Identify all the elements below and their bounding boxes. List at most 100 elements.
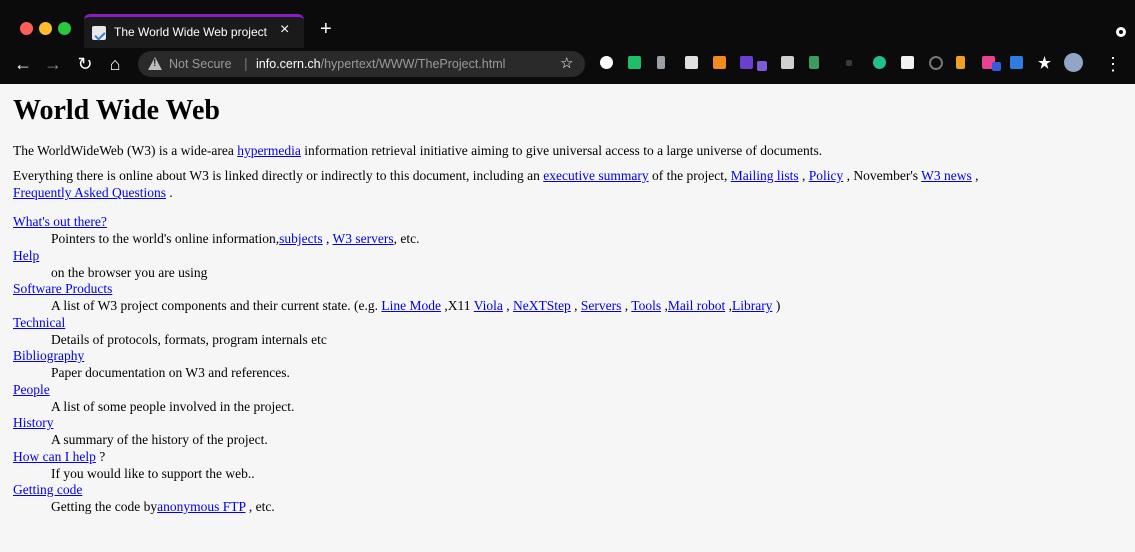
section-desc-history: A summary of the history of the project. — [51, 432, 268, 447]
anonymous-ftp-link[interactable]: anonymous FTP — [157, 499, 245, 514]
mail-robot-link[interactable]: Mail robot — [668, 298, 725, 313]
w3-servers-link[interactable]: W3 servers — [333, 231, 394, 246]
help-link[interactable]: Help — [13, 248, 39, 263]
extension-info-icon[interactable] — [929, 56, 943, 70]
software-text-7: , — [725, 298, 732, 313]
bibliography-link[interactable]: Bibliography — [13, 348, 84, 363]
line-mode-link[interactable]: Line Mode — [381, 298, 441, 313]
history-link[interactable]: History — [13, 415, 54, 430]
extensions-puzzle-icon[interactable] — [1038, 56, 1051, 69]
technical-link[interactable]: Technical — [13, 315, 65, 330]
window-minimize-button[interactable] — [39, 22, 52, 35]
overview-text-4: , November's — [843, 168, 922, 183]
mailing-lists-link[interactable]: Mailing lists — [731, 168, 799, 183]
overview-paragraph: Everything there is online about W3 is l… — [13, 167, 1123, 201]
whats-out-there-text-1: Pointers to the world's online informati… — [51, 231, 280, 246]
extension-green-icon[interactable] — [628, 56, 641, 69]
page-content: World Wide Web The WorldWideWeb (W3) is … — [13, 84, 1123, 516]
tools-link[interactable]: Tools — [631, 298, 661, 313]
policy-link[interactable]: Policy — [809, 168, 844, 183]
page-title: World Wide Web — [13, 95, 220, 126]
software-text-3: , — [502, 298, 513, 313]
software-text-1: A list of W3 project components and thei… — [51, 298, 382, 313]
hypermedia-link[interactable]: hypermedia — [237, 143, 301, 158]
software-text-5: , — [621, 298, 632, 313]
window-close-button[interactable] — [20, 22, 33, 35]
extension-bars-icon[interactable] — [657, 56, 665, 69]
forward-button[interactable]: → — [42, 52, 64, 76]
extension-note-icon[interactable] — [781, 56, 794, 69]
extension-flag-icon[interactable] — [956, 56, 965, 69]
how-can-i-help-link[interactable]: How can I help — [13, 449, 96, 464]
section-list: What's out there? Pointers to the world'… — [13, 214, 1123, 516]
browser-menu-icon[interactable]: ⋮ — [1104, 52, 1122, 76]
viola-link[interactable]: Viola — [474, 298, 503, 313]
software-text-8: ) — [772, 298, 781, 313]
home-button[interactable]: ⌂ — [104, 52, 126, 76]
extension-dot-icon[interactable] — [846, 60, 852, 66]
extension-teal-icon[interactable] — [873, 56, 886, 69]
browser-status-dot-icon[interactable] — [1116, 27, 1126, 37]
address-bar[interactable]: Not Secure | info.cern.ch/hypertext/WWW/… — [138, 51, 585, 77]
section-desc-getting-code: Getting the code byanonymous FTP , etc. — [13, 498, 1123, 516]
section-term-how-can-i-help: How can I help ? — [13, 449, 1123, 465]
servers-link[interactable]: Servers — [581, 298, 622, 313]
tab-close-icon[interactable]: × — [280, 22, 289, 38]
bookmark-star-icon[interactable]: ☆ — [560, 54, 573, 72]
extension-square-icon[interactable] — [901, 56, 914, 69]
extension-orange-icon[interactable] — [713, 56, 726, 69]
tab-title: The World Wide Web project — [114, 25, 267, 39]
extension-circle-icon[interactable] — [600, 56, 613, 69]
intro-text-1: The WorldWideWeb (W3) is a wide-area — [13, 143, 234, 158]
section-term-technical: Technical — [13, 315, 1123, 331]
overview-text-1: Everything there is online about W3 is l… — [13, 168, 544, 183]
section-desc-bibliography: Paper documentation on W3 and references… — [51, 365, 290, 380]
whats-out-there-text-3: , etc. — [393, 231, 420, 246]
url-host: info.cern.ch — [256, 57, 321, 71]
whats-out-there-link[interactable]: What's out there? — [13, 214, 107, 229]
whats-out-there-text-2: , — [322, 231, 333, 246]
page-favicon-icon — [92, 26, 106, 40]
extension-leaf-icon[interactable] — [809, 56, 819, 69]
section-term-getting-code: Getting code — [13, 482, 1123, 498]
library-link[interactable]: Library — [732, 298, 772, 313]
how-can-i-help-suffix: ? — [95, 448, 106, 464]
executive-summary-link[interactable]: executive summary — [543, 168, 648, 183]
section-term-whats-out-there: What's out there? — [13, 214, 1123, 230]
section-desc-how-can-i-help: If you would like to support the web.. — [51, 465, 255, 481]
intro-paragraph: The WorldWideWeb (W3) is a wide-area hyp… — [13, 142, 1123, 159]
section-desc-whats-out-there: Pointers to the world's online informati… — [13, 230, 1123, 248]
faq-link[interactable]: Frequently Asked Questions — [13, 185, 166, 200]
section-term-software-products: Software Products — [13, 281, 1123, 297]
extension-purple-icon[interactable] — [740, 56, 753, 69]
url-separator: | — [244, 55, 248, 71]
new-tab-button[interactable]: + — [320, 19, 332, 39]
section-desc-help: on the browser you are using — [51, 264, 208, 280]
active-tab[interactable]: The World Wide Web project × — [84, 14, 304, 48]
extension-blue-badge-icon[interactable] — [992, 62, 1001, 71]
section-desc-technical: Details of protocols, formats, program i… — [51, 331, 327, 347]
extension-blue-icon[interactable] — [1010, 56, 1023, 69]
section-term-bibliography: Bibliography — [13, 348, 1123, 364]
software-text-2: ,X11 — [441, 298, 474, 313]
extension-badge-icon[interactable] — [757, 61, 767, 71]
subjects-link[interactable]: subjects — [279, 231, 323, 246]
profile-avatar[interactable] — [1064, 53, 1083, 72]
window-zoom-button[interactable] — [58, 22, 71, 35]
not-secure-label[interactable]: Not Secure — [169, 57, 232, 71]
getting-code-link[interactable]: Getting code — [13, 482, 82, 497]
w3-news-link[interactable]: W3 news — [921, 168, 972, 183]
browser-toolbar: ← → ↻ ⌂ Not Secure | info.cern.ch/hypert… — [0, 48, 1135, 82]
extension-lock-icon[interactable] — [685, 56, 698, 69]
software-text-6: , — [661, 298, 668, 313]
warning-icon[interactable] — [148, 57, 162, 70]
tab-strip: The World Wide Web project × + — [0, 8, 1135, 48]
url-text[interactable]: info.cern.ch/hypertext/WWW/TheProject.ht… — [256, 57, 505, 71]
software-products-link[interactable]: Software Products — [13, 281, 112, 296]
reload-button[interactable]: ↻ — [74, 52, 96, 76]
overview-text-5: , — [971, 168, 979, 183]
nextstep-link[interactable]: NeXTStep — [513, 298, 571, 313]
software-text-4: , — [570, 298, 581, 313]
people-link[interactable]: People — [13, 382, 50, 397]
back-button[interactable]: ← — [12, 52, 34, 76]
